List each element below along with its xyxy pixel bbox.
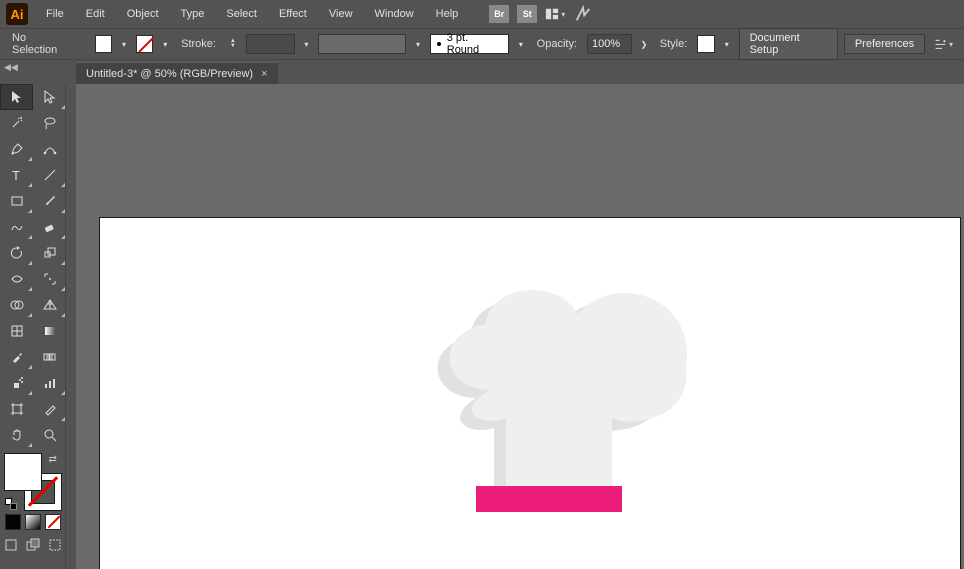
menu-help[interactable]: Help — [426, 4, 469, 24]
menu-object[interactable]: Object — [117, 4, 169, 24]
chevron-down-icon: ▾ — [561, 10, 565, 19]
tool-symbol-sprayer[interactable] — [0, 370, 33, 396]
fill-box[interactable] — [5, 454, 41, 490]
control-bar: No Selection ▾ ▾ Stroke: ▲▼ ▾ ▾ 3 pt. Ro… — [0, 28, 964, 60]
stroke-weight-field[interactable] — [246, 34, 295, 54]
opacity-label: Opacity: — [533, 38, 581, 50]
fill-stroke-control: ⇄ — [5, 454, 61, 510]
brush-definition-caret[interactable]: ▾ — [515, 35, 527, 53]
fill-swatch-caret[interactable]: ▾ — [118, 35, 130, 53]
tool-eyedropper[interactable] — [0, 344, 33, 370]
tool-hand[interactable] — [0, 422, 33, 448]
close-icon[interactable]: × — [261, 68, 267, 80]
default-fill-stroke-icon[interactable] — [5, 498, 17, 510]
stroke-swatch[interactable] — [136, 35, 154, 53]
art-band-shape — [476, 486, 622, 512]
stroke-label: Stroke: — [177, 38, 220, 50]
opacity-field[interactable]: 100% — [587, 34, 632, 54]
menu-edit[interactable]: Edit — [76, 4, 115, 24]
canvas-area[interactable] — [76, 84, 964, 569]
brush-dot-icon — [437, 42, 441, 46]
stroke-swatch-caret[interactable]: ▾ — [159, 35, 171, 53]
document-tab-strip: Untitled-3* @ 50% (RGB/Preview) × — [0, 60, 964, 84]
fill-swatch[interactable] — [95, 35, 113, 53]
tool-magic-wand[interactable] — [0, 110, 33, 136]
tool-slice[interactable] — [33, 396, 66, 422]
tool-selection[interactable] — [0, 84, 33, 110]
tool-paintbrush[interactable] — [33, 188, 66, 214]
tool-column-graph[interactable] — [33, 370, 66, 396]
menu-type[interactable]: Type — [171, 4, 215, 24]
app-icon-label: Ai — [11, 7, 24, 22]
align-to-button[interactable]: ▾ — [934, 35, 953, 53]
menu-effect[interactable]: Effect — [269, 4, 317, 24]
art-main-shape — [430, 272, 710, 512]
style-swatch[interactable] — [697, 35, 715, 53]
menu-window[interactable]: Window — [365, 4, 424, 24]
tool-blend[interactable] — [33, 344, 66, 370]
tool-artboard[interactable] — [0, 396, 33, 422]
tool-mesh[interactable] — [0, 318, 33, 344]
color-mode-solid[interactable] — [5, 514, 21, 530]
selection-status: No Selection — [8, 32, 77, 56]
bridge-button[interactable]: Br — [489, 5, 509, 23]
document-tab-title: Untitled-3* @ 50% (RGB/Preview) — [86, 68, 253, 80]
tool-rectangle[interactable] — [0, 188, 33, 214]
tool-type[interactable]: T — [0, 162, 33, 188]
gpu-performance-button[interactable] — [573, 5, 593, 23]
tool-line[interactable] — [33, 162, 66, 188]
opacity-caret[interactable]: ❯ — [638, 35, 650, 53]
swap-fill-stroke-icon[interactable]: ⇄ — [49, 454, 61, 466]
menu-select[interactable]: Select — [216, 4, 267, 24]
stock-button[interactable]: St — [517, 5, 537, 23]
tool-zoom[interactable] — [33, 422, 66, 448]
style-label: Style: — [656, 38, 692, 50]
arrange-documents-button[interactable]: ▾ — [545, 5, 565, 23]
menu-view[interactable]: View — [319, 4, 363, 24]
tool-curvature[interactable] — [33, 136, 66, 162]
draw-mode-row — [0, 536, 65, 554]
draw-behind[interactable] — [24, 536, 42, 554]
tool-free-transform[interactable] — [33, 266, 66, 292]
toolbox-collapse-handle[interactable]: ◀◀ — [4, 62, 18, 72]
tool-rotate[interactable] — [0, 240, 33, 266]
tool-scale[interactable] — [33, 240, 66, 266]
tool-eraser[interactable] — [33, 214, 66, 240]
preferences-button[interactable]: Preferences — [844, 34, 925, 54]
menu-bar: Ai File Edit Object Type Select Effect V… — [0, 0, 964, 28]
stroke-weight-caret[interactable]: ▾ — [301, 35, 313, 53]
tool-shaper[interactable] — [0, 214, 33, 240]
tool-lasso[interactable] — [33, 110, 66, 136]
tool-shape-builder[interactable] — [0, 292, 33, 318]
variable-width-profile[interactable] — [318, 34, 406, 54]
app-icon: Ai — [6, 3, 28, 25]
document-setup-button[interactable]: Document Setup — [739, 28, 838, 60]
menu-file[interactable]: File — [36, 4, 74, 24]
draw-normal[interactable] — [2, 536, 20, 554]
tool-width[interactable] — [0, 266, 33, 292]
chevron-down-icon: ▾ — [949, 40, 953, 49]
brush-definition-field[interactable]: 3 pt. Round — [430, 34, 509, 54]
document-tab[interactable]: Untitled-3* @ 50% (RGB/Preview) × — [76, 62, 278, 84]
toolbox: T ⇄ — [0, 84, 66, 569]
brush-definition-label: 3 pt. Round — [447, 32, 502, 56]
svg-text:T: T — [12, 168, 20, 183]
color-mode-gradient[interactable] — [25, 514, 41, 530]
tool-perspective[interactable] — [33, 292, 66, 318]
draw-inside[interactable] — [46, 536, 64, 554]
tool-gradient[interactable] — [33, 318, 66, 344]
artboard[interactable] — [100, 218, 960, 569]
color-mode-none[interactable] — [45, 514, 61, 530]
tool-direct-selection[interactable] — [33, 84, 66, 110]
color-mode-row — [0, 514, 65, 530]
stroke-weight-stepper[interactable]: ▲▼ — [226, 35, 240, 53]
variable-width-caret[interactable]: ▾ — [412, 35, 424, 53]
tool-pen[interactable] — [0, 136, 33, 162]
style-caret[interactable]: ▾ — [721, 35, 733, 53]
